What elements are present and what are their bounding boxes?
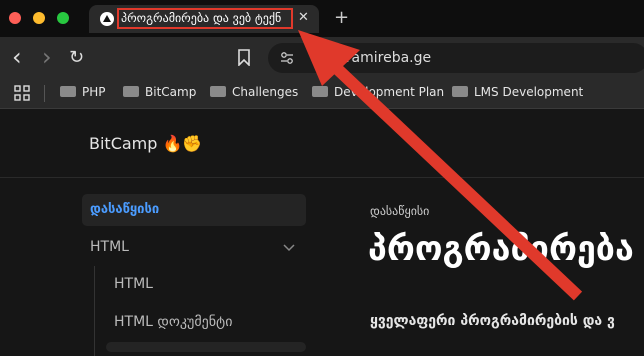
annotation-arrow-icon [298, 30, 583, 301]
